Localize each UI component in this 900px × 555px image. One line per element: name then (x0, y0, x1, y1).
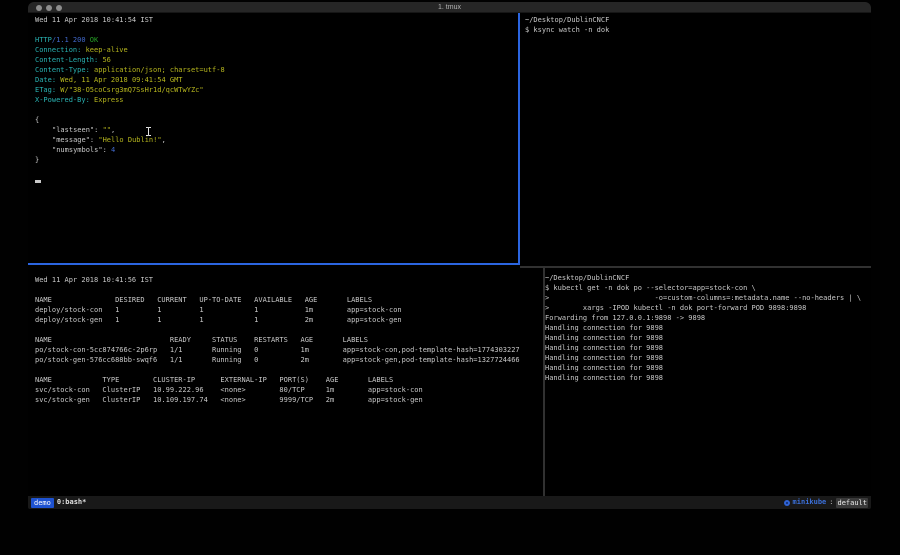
table-row-line: svc/stock-con ClusterIP 10.99.222.96 <no… (35, 385, 541, 395)
tmux-status-bar: demo 0:bash* minikube:default (28, 496, 871, 509)
terminal-line: Handling connection for 9898 (545, 343, 869, 353)
http-reason: OK (90, 36, 98, 44)
json-open-brace: { (35, 115, 515, 125)
table-row-line: po/stock-con-5cc874766c-2p6rp 1/1 Runnin… (35, 345, 541, 355)
blank-line (35, 285, 541, 295)
port-forward-output: ~/Desktop/DublinCNCF$ kubectl get -n dok… (545, 273, 869, 383)
terminal-line: ~/Desktop/DublinCNCF (525, 15, 865, 25)
kube-separator: : (829, 496, 833, 509)
session-name-badge[interactable]: demo (31, 498, 54, 508)
pane-divider-horizontal-active[interactable] (28, 263, 520, 265)
pane-divider-vertical-active[interactable] (518, 13, 520, 265)
terminal-line: Handling connection for 9898 (545, 333, 869, 343)
table-row-line: po/stock-gen-576cc688bb-swqf6 1/1 Runnin… (35, 355, 541, 365)
blank-line (35, 105, 515, 115)
http-header-line: X-Powered-By: Express (35, 95, 515, 105)
blank-line (35, 365, 541, 375)
http-protocol: HTTP (35, 36, 52, 44)
desktop: 1. tmux Wed 11 Apr 2018 10:41:54 IST HTT… (0, 0, 900, 555)
terminal-line: Handling connection for 9898 (545, 323, 869, 333)
pane-kubectl-resources[interactable]: Wed 11 Apr 2018 10:41:56 IST NAME DESIRE… (35, 275, 541, 405)
pane-http-response[interactable]: Wed 11 Apr 2018 10:41:54 IST HTTP/1.1 20… (35, 15, 515, 185)
terminal-window: 1. tmux Wed 11 Apr 2018 10:41:54 IST HTT… (28, 2, 871, 509)
tmux-terminal: Wed 11 Apr 2018 10:41:54 IST HTTP/1.1 20… (28, 13, 871, 496)
deployments-table: NAME DESIRED CURRENT UP-TO-DATE AVAILABL… (35, 295, 541, 325)
active-window-label[interactable]: 0:bash* (57, 496, 87, 509)
table-header-line: NAME READY STATUS RESTARTS AGE LABELS (35, 335, 541, 345)
blank-line (35, 165, 515, 175)
table-row-line: deploy/stock-gen 1 1 1 1 2m app=stock-ge… (35, 315, 541, 325)
http-header-line: Content-Length: 56 (35, 55, 515, 65)
window-titlebar[interactable]: 1. tmux (28, 2, 871, 13)
table-header-line: NAME TYPE CLUSTER-IP EXTERNAL-IP PORT(S)… (35, 375, 541, 385)
kubernetes-helm-icon (784, 500, 790, 506)
status-bar-left: demo 0:bash* (31, 496, 86, 509)
close-button[interactable] (36, 5, 42, 11)
http-version-code: /1.1 200 (52, 36, 86, 44)
status-bar-right: minikube:default (784, 496, 868, 509)
http-header-line: Date: Wed, 11 Apr 2018 09:41:54 GMT (35, 75, 515, 85)
json-field-line: "message": "Hello Dublin!", (35, 135, 515, 145)
terminal-line: Handling connection for 9898 (545, 373, 869, 383)
terminal-line: $ ksync watch -n dok (525, 25, 865, 35)
terminal-line: ~/Desktop/DublinCNCF (545, 273, 869, 283)
terminal-line: $ kubectl get -n dok po --selector=app=s… (545, 283, 869, 293)
http-header-line: Content-Type: application/json; charset=… (35, 65, 515, 75)
minimize-button[interactable] (46, 5, 52, 11)
terminal-line: > xargs -IPOD kubectl -n dok port-forwar… (545, 303, 869, 313)
terminal-line: Handling connection for 9898 (545, 353, 869, 363)
pane-port-forward[interactable]: ~/Desktop/DublinCNCF$ kubectl get -n dok… (545, 273, 869, 383)
prompt-line (35, 175, 515, 185)
table-row-line: deploy/stock-con 1 1 1 1 1m app=stock-co… (35, 305, 541, 315)
kube-namespace-label: default (836, 498, 868, 508)
mouse-ibeam-cursor (146, 127, 151, 136)
ksync-output: ~/Desktop/DublinCNCF$ ksync watch -n dok (525, 15, 865, 35)
pane-divider-horizontal[interactable] (520, 266, 871, 268)
table-row-line: svc/stock-gen ClusterIP 10.109.197.74 <n… (35, 395, 541, 405)
terminal-line: > -o=custom-columns=:metadata.name --no-… (545, 293, 869, 303)
table-header-line: NAME DESIRED CURRENT UP-TO-DATE AVAILABL… (35, 295, 541, 305)
pods-table: NAME READY STATUS RESTARTS AGE LABELSpo/… (35, 335, 541, 365)
terminal-cursor (35, 180, 41, 183)
json-close-brace: } (35, 155, 515, 165)
http-header-line: ETag: W/"38-O5coCsrg3mQ7SsHr1d/qcWTwYZc" (35, 85, 515, 95)
terminal-line: Handling connection for 9898 (545, 363, 869, 373)
window-title: 1. tmux (28, 2, 871, 13)
http-status-line: HTTP/1.1 200 OK (35, 35, 515, 45)
json-field-line: "numsymbols": 4 (35, 145, 515, 155)
zoom-button[interactable] (56, 5, 62, 11)
terminal-line: Forwarding from 127.0.0.1:9898 -> 9898 (545, 313, 869, 323)
services-table: NAME TYPE CLUSTER-IP EXTERNAL-IP PORT(S)… (35, 375, 541, 405)
blank-line (35, 25, 515, 35)
kube-context-label: minikube (793, 496, 827, 509)
blank-line (35, 325, 541, 335)
timestamp-line: Wed 11 Apr 2018 10:41:54 IST (35, 15, 515, 25)
traffic-lights (36, 5, 62, 11)
pane-ksync[interactable]: ~/Desktop/DublinCNCF$ ksync watch -n dok (525, 15, 865, 35)
http-header-line: Connection: keep-alive (35, 45, 515, 55)
timestamp-line: Wed 11 Apr 2018 10:41:56 IST (35, 275, 541, 285)
json-field-line: "lastseen": "", (35, 125, 515, 135)
